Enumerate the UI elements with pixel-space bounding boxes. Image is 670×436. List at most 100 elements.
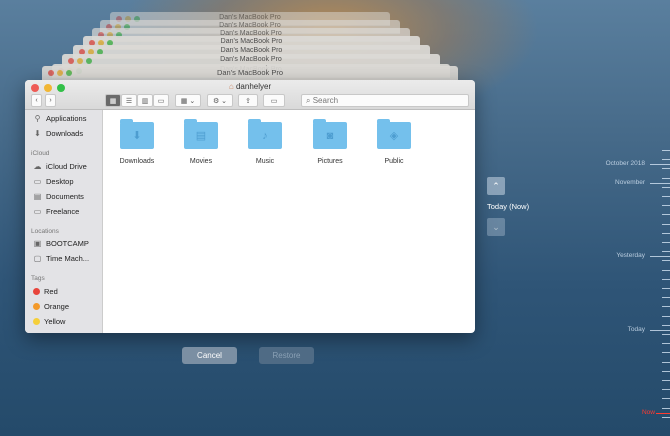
film-glyph-icon: ▤ [195,130,207,142]
timeline-tick[interactable] [662,260,670,261]
window-title: danhelyer [235,82,272,91]
timeline-tick[interactable] [662,233,670,234]
timeline-tick[interactable] [662,270,670,271]
timeline-major-tick[interactable] [650,256,670,257]
sidebar-item-applications[interactable]: ⚲ Applications [33,114,87,123]
sidebar-item-label: Desktop [46,177,74,186]
timeline-tick[interactable] [662,343,670,344]
sidebar-tag-orange[interactable]: Orange [33,302,69,311]
minimize-button[interactable] [44,84,52,92]
timeline-tick[interactable] [662,306,670,307]
search-input[interactable]: ⌕ Search [301,94,469,107]
forward-button[interactable]: › [45,94,56,107]
folder-label: Movies [189,158,213,165]
timeline-label[interactable]: October 2018 [565,160,645,167]
home-icon: ⌂ [228,82,234,91]
timeline-tick[interactable] [662,325,670,326]
sidebar-item-documents[interactable]: ▤ Documents [33,192,84,201]
timeline-tick[interactable] [662,398,670,399]
sidebar-item-bootcamp[interactable]: ▣ BOOTCAMP [33,239,89,248]
sidebar-tag-red[interactable]: Red [33,287,58,296]
sidebar-item-label: Documents [46,192,84,201]
timeline-tick[interactable] [662,224,670,225]
cloud-icon: ☁ [33,161,42,171]
backup-window-title: Dan's MacBook Pro [220,56,282,63]
download-glyph-icon: ⬇ [132,130,142,142]
folder-downloads[interactable]: ⬇ Downloads [105,119,169,165]
timeline-now-label[interactable]: Now [575,409,655,416]
restore-button[interactable]: Restore [259,347,314,364]
gallery-view-button[interactable]: ▭ [153,94,169,107]
timeline-tick[interactable] [662,371,670,372]
cancel-button[interactable]: Cancel [182,347,237,364]
sidebar-item-label: Red [44,287,58,296]
folder-movies[interactable]: ▤ Movies [169,119,233,165]
timeline-tick[interactable] [662,251,670,252]
timeline-tick[interactable] [662,408,670,409]
timeline-tick[interactable] [662,178,670,179]
timeline-tick[interactable] [662,417,670,418]
sidebar-item-time-machine[interactable]: ▢ Time Mach... [33,254,89,263]
timeline-tick[interactable] [662,214,670,215]
sidebar-item-downloads[interactable]: ⬇ Downloads [33,129,83,138]
previous-backup-button[interactable]: ⌃ [487,177,505,195]
folder-music[interactable]: ♪ Music [233,119,297,165]
timeline-tick[interactable] [662,362,670,363]
timeline-now-marker[interactable] [656,413,670,414]
list-view-button[interactable]: ☰ [121,94,137,107]
timeline-tick[interactable] [662,279,670,280]
timeline-tick[interactable] [662,352,670,353]
downloads-icon: ⬇ [34,128,41,138]
back-button[interactable]: ‹ [31,94,42,107]
next-backup-button[interactable]: ⌄ [487,218,505,236]
sidebar-item-label: Downloads [46,129,84,138]
folder-public[interactable]: ◈ Public [362,119,426,165]
section-header-icloud: iCloud [31,150,50,157]
timeline-tick[interactable] [662,242,670,243]
timeline-major-tick[interactable] [650,330,670,331]
finder-window: ⌂ danhelyer ‹ › ▦ ☰ ▥ ▭ ▦ ⌄ ⚙ ⌄ ⇪ ▭ ⌕ Se… [25,80,475,333]
timeline-major-tick[interactable] [650,164,670,165]
folder-pictures[interactable]: ◙ Pictures [298,119,362,165]
tag-color-icon [33,303,40,310]
zoom-button[interactable] [57,84,65,92]
timeline-tick[interactable] [662,316,670,317]
sidebar-tag-yellow[interactable]: Yellow [33,317,65,326]
icon-view-button[interactable]: ▦ [105,94,121,107]
column-view-button[interactable]: ▥ [137,94,153,107]
timeline-label[interactable]: November [565,179,645,186]
timeline-label[interactable]: Today [565,326,645,333]
timeline-label[interactable]: Yesterday [565,252,645,259]
sidebar-item-label: Freelance [46,207,80,216]
timeline-tick[interactable] [662,334,670,335]
timeline-tick[interactable] [662,389,670,390]
tags-button[interactable]: ▭ [263,94,285,107]
sidebar-item-freelance[interactable]: ▭ Freelance [33,207,80,216]
timeline-tick[interactable] [662,297,670,298]
timeline-tick[interactable] [662,187,670,188]
camera-glyph-icon: ◙ [326,129,334,142]
tag-color-icon [33,318,40,325]
timeline-tick[interactable] [662,205,670,206]
disk-icon: ▢ [33,253,42,263]
timeline-major-tick[interactable] [650,183,670,184]
timeline-tick[interactable] [662,168,670,169]
documents-icon: ▤ [33,191,42,201]
close-button[interactable] [31,84,39,92]
action-gear-button[interactable]: ⚙ ⌄ [207,94,233,107]
section-header-locations: Locations [31,228,59,235]
sidebar-item-desktop[interactable]: ▭ Desktop [33,177,74,186]
timeline-tick[interactable] [662,150,670,151]
sidebar: ⚲ Applications ⬇ Downloads iCloud ☁ iCloud … [25,110,103,333]
timeline-tick[interactable] [662,288,670,289]
backup-window-title: Dan's MacBook Pro [220,38,283,45]
sidebar-item-icloud-drive[interactable]: ☁ iCloud Drive [33,162,87,171]
timeline-tick[interactable] [662,196,670,197]
sidebar-item-label: BOOTCAMP [46,239,89,248]
timeline-tick[interactable] [662,380,670,381]
share-button[interactable]: ⇪ [238,94,258,107]
timeline-tick[interactable] [662,159,670,160]
public-glyph-icon: ◈ [389,130,399,142]
sidebar-item-label: iCloud Drive [46,162,87,171]
group-button[interactable]: ▦ ⌄ [175,94,201,107]
